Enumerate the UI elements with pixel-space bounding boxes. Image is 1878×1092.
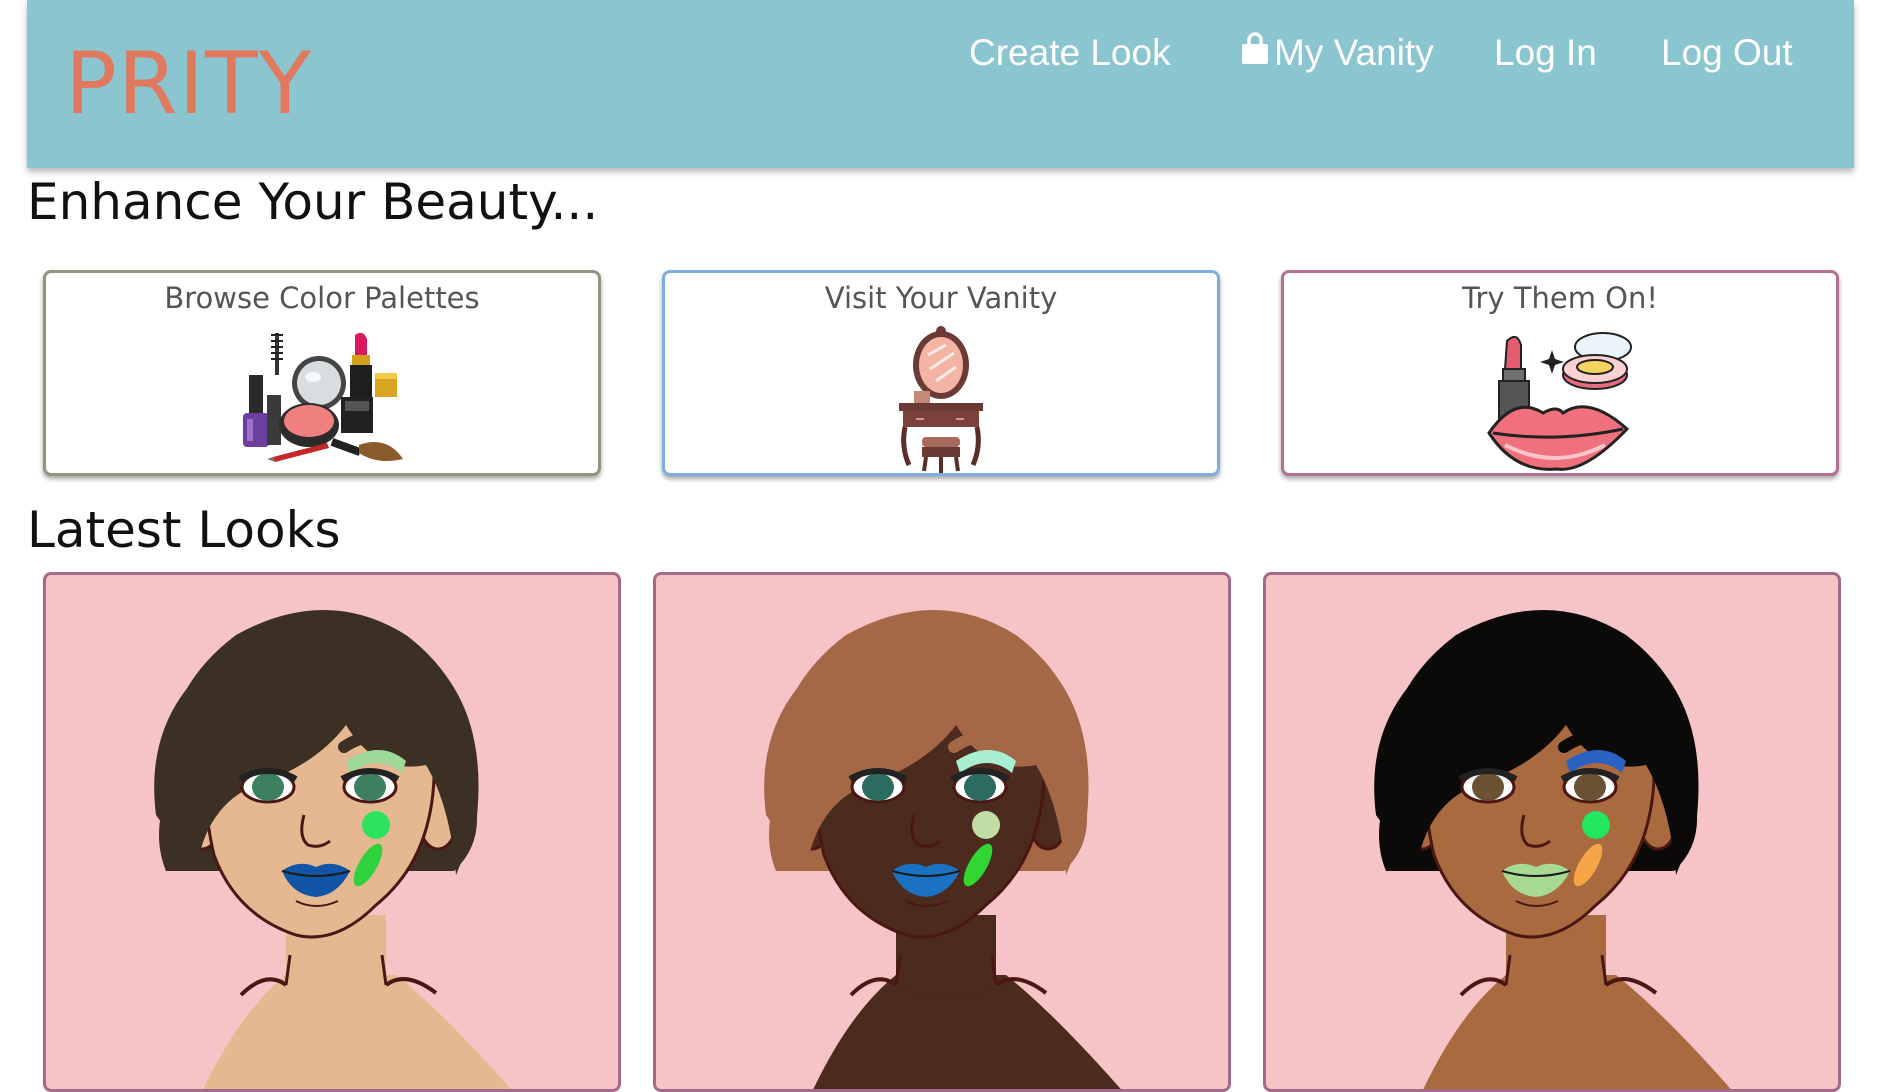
visit-vanity-card[interactable]: Visit Your Vanity: [662, 270, 1220, 476]
brand-logo[interactable]: PRITY: [65, 34, 312, 134]
try-them-on-title: Try Them On!: [1462, 281, 1658, 315]
shopping-bag-icon: [1240, 32, 1270, 75]
nav-log-out[interactable]: Log Out: [1661, 32, 1793, 74]
nav-log-in[interactable]: Log In: [1494, 32, 1597, 74]
latest-looks-heading: Latest Looks: [27, 501, 341, 559]
browse-palettes-title: Browse Color Palettes: [164, 281, 480, 315]
nav-my-vanity-label: My Vanity: [1274, 32, 1434, 73]
visit-vanity-title: Visit Your Vanity: [824, 281, 1058, 315]
makeup-kit-icon: [237, 325, 407, 477]
browse-palettes-card[interactable]: Browse Color Palettes: [43, 270, 601, 476]
look-portrait-3: [1374, 610, 1731, 1089]
enhance-heading: Enhance Your Beauty...: [27, 173, 599, 231]
look-card-2[interactable]: [653, 572, 1231, 1092]
vanity-table-icon: [896, 325, 986, 481]
look-portrait-1: [154, 610, 511, 1089]
look-card-1[interactable]: [43, 572, 621, 1092]
nav-my-vanity[interactable]: My Vanity: [1240, 32, 1434, 75]
try-them-on-card[interactable]: Try Them On!: [1281, 270, 1839, 476]
look-card-3[interactable]: [1263, 572, 1841, 1092]
navbar: PRITY Create Look My Vanity Log In Log O…: [27, 0, 1854, 168]
lipstick-lips-icon: [1485, 325, 1635, 477]
nav-create-look[interactable]: Create Look: [969, 32, 1171, 74]
look-portrait-2: [764, 610, 1121, 1089]
